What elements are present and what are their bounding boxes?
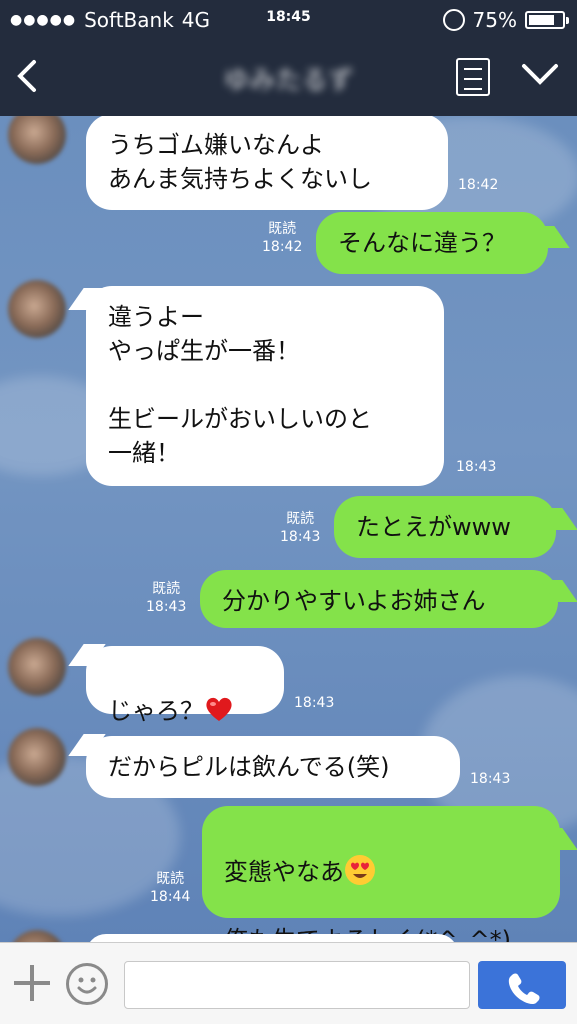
avatar[interactable] <box>8 116 66 164</box>
message-read-time: 既読 18:43 <box>146 580 186 616</box>
message-time: 18:43 <box>294 695 335 711</box>
status-right: 75% <box>442 8 569 32</box>
read-receipt: 既読 <box>156 871 185 887</box>
chat-header: ゆみたるず <box>0 40 577 116</box>
message-bubble-incoming[interactable]: 違うよー やっぱ生が一番！ 生ビールがおいしいのと 一緒！ <box>86 286 444 486</box>
heart-eyes-emoji <box>345 855 375 885</box>
chevron-left-icon[interactable] <box>14 58 40 94</box>
message-bubble-outgoing[interactable]: 分かりやすいよお姉さん <box>200 570 558 628</box>
message-input[interactable] <box>124 961 470 1009</box>
rotation-lock-icon <box>442 9 465 31</box>
message-bubble-incoming[interactable]: だからピルは飲んでる(笑) <box>86 736 460 798</box>
read-receipt: 既読 <box>286 511 315 527</box>
message-bubble-incoming[interactable] <box>86 934 458 942</box>
battery-icon <box>525 11 569 29</box>
message-text: じゃろ？ <box>108 697 204 725</box>
message-read-time: 既読 18:44 <box>150 870 190 906</box>
message-time: 18:44 <box>150 889 191 905</box>
message-time: 18:43 <box>456 459 497 475</box>
phone-icon[interactable] <box>478 961 566 1009</box>
message-time: 18:42 <box>458 177 499 193</box>
status-bar: ●●●●● SoftBank 4G 18:45 75% <box>0 0 577 40</box>
message-time: 18:43 <box>470 771 511 787</box>
read-receipt: 既読 <box>152 581 181 597</box>
avatar[interactable] <box>8 638 66 696</box>
avatar[interactable] <box>8 280 66 338</box>
battery-percent: 75% <box>472 8 517 32</box>
avatar[interactable] <box>8 930 66 942</box>
plus-icon[interactable] <box>14 965 50 1001</box>
smiley-icon[interactable] <box>66 963 108 1005</box>
notes-icon[interactable] <box>456 58 490 96</box>
message-bubble-outgoing[interactable]: 変態やなあ 俺も生でよろしく(*^_^*) <box>202 806 560 942</box>
message-text: 変態やなあ <box>224 858 344 886</box>
message-bubble-outgoing[interactable]: たとえがwww <box>334 496 556 558</box>
message-read-time: 既読 18:43 <box>280 510 320 546</box>
message-time: 18:43 <box>280 529 321 545</box>
heart-emoji <box>206 697 232 721</box>
read-receipt: 既読 <box>268 221 297 237</box>
chat-area[interactable]: うちゴム嫌いなんよ あんま気持ちよくないし 18:42 既読 18:42 そんな… <box>0 116 577 942</box>
message-time: 18:43 <box>146 599 187 615</box>
avatar[interactable] <box>8 728 66 786</box>
message-time: 18:42 <box>262 239 303 255</box>
chevron-down-icon[interactable] <box>520 58 560 88</box>
message-bubble-incoming[interactable]: うちゴム嫌いなんよ あんま気持ちよくないし <box>86 116 448 210</box>
top-bar: ●●●●● SoftBank 4G 18:45 75% ゆみたるず <box>0 0 577 116</box>
chat-title: ゆみたるず <box>223 66 354 96</box>
message-read-time: 既読 18:42 <box>262 220 302 256</box>
message-bubble-outgoing[interactable]: そんなに違う？ <box>316 212 548 274</box>
message-bubble-incoming[interactable]: じゃろ？ <box>86 646 284 725</box>
input-bar <box>0 942 577 1024</box>
